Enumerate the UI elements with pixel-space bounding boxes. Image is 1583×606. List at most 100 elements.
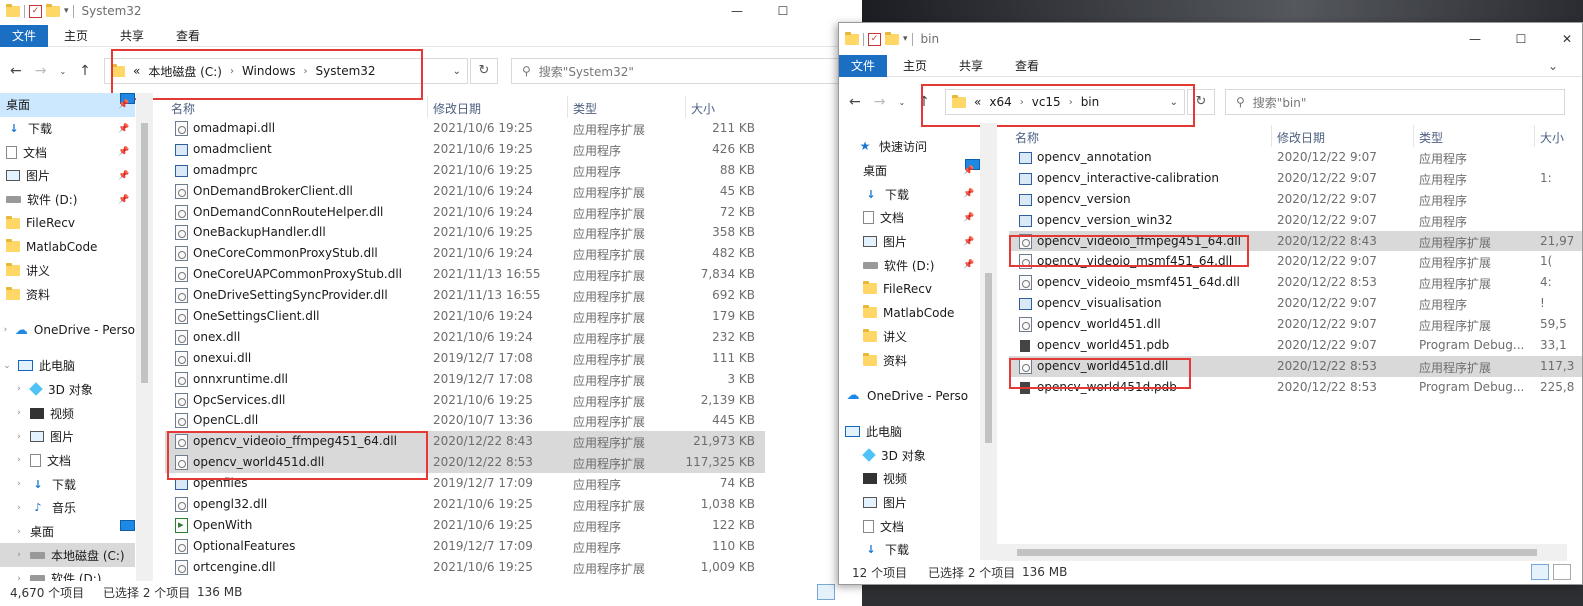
nav-item[interactable]: › 3D 对象 <box>0 378 135 402</box>
nav-item[interactable]: 图片 📌 <box>839 230 980 254</box>
quick-access-dropdown-icon[interactable]: ▾ <box>903 34 908 44</box>
nav-item[interactable]: ☁ OneDrive - Perso <box>839 384 980 408</box>
column-size-header[interactable]: 大小 <box>1540 129 1564 146</box>
column-size-header[interactable]: 大小 <box>691 100 715 117</box>
recent-dropdown-icon[interactable]: ⌄ <box>59 67 66 76</box>
nav-item[interactable]: ↓ 下载 📌 <box>0 117 135 141</box>
pin-icon[interactable]: 📌 <box>963 189 974 199</box>
column-date-header[interactable]: 修改日期 <box>433 100 481 117</box>
minimize-button[interactable]: — <box>714 0 760 22</box>
expand-chevron-icon[interactable]: › <box>14 455 24 465</box>
pin-icon[interactable]: 📌 <box>963 260 974 270</box>
nav-item[interactable]: › ♪ 音乐 <box>0 496 135 520</box>
breadcrumb-root[interactable]: « <box>133 64 140 78</box>
file-row[interactable]: opencv_videoio_ffmpeg451_64.dll 2020/12/2… <box>1009 230 1582 252</box>
refresh-button[interactable]: ↻ <box>1187 89 1215 115</box>
file-row[interactable]: opencv_annotation 2020/12/22 9:07 应用程序 <box>1009 147 1582 168</box>
file-row[interactable]: OneSettingsClient.dll 2021/10/6 19:24 应用程序… <box>165 306 765 327</box>
nav-item[interactable]: FileRecv <box>0 211 135 235</box>
file-row[interactable]: openfiles 2019/12/7 17:09 应用程序 74 KB <box>165 473 765 494</box>
nav-item[interactable]: 图片 <box>839 491 980 515</box>
expand-chevron-icon[interactable]: › <box>2 325 9 335</box>
pin-icon[interactable]: 📌 <box>963 213 974 223</box>
forward-icon[interactable]: → <box>874 94 886 110</box>
breadcrumb-vc15[interactable]: vc15 <box>1032 95 1061 109</box>
file-row[interactable]: opencv_videoio_ffmpeg451_64.dll 2020/12/2… <box>165 431 765 453</box>
file-row[interactable]: opencv_videoio_msmf451_64d.dll 2020/12/22… <box>1009 272 1582 293</box>
nav-item[interactable]: 视频 <box>839 467 980 491</box>
breadcrumb-root[interactable]: « <box>974 95 981 109</box>
column-divider[interactable] <box>567 96 568 118</box>
nav-item[interactable]: › ☁ OneDrive - Perso <box>0 318 135 342</box>
nav-item[interactable]: ↓ 下载 📌 <box>839 182 980 206</box>
file-row[interactable]: ortcengine.dll 2021/10/6 19:25 应用程序扩展 1,009… <box>165 557 765 578</box>
file-row[interactable]: opencv_visualisation 2020/12/22 9:07 应用程序! <box>1009 293 1582 314</box>
tab-home[interactable]: 主页 <box>48 25 104 47</box>
nav-scrollbar[interactable] <box>980 123 997 560</box>
search-input[interactable]: ⚲ 搜索"bin" <box>1225 89 1565 115</box>
pin-icon[interactable]: 📌 <box>118 195 129 205</box>
column-type-header[interactable]: 类型 <box>1419 129 1443 146</box>
nav-item[interactable]: 此电脑 <box>839 420 980 444</box>
new-folder-icon[interactable] <box>46 3 60 17</box>
file-row[interactable]: onnxruntime.dll 2019/12/7 17:08 应用程序扩展 3 KB <box>165 369 765 390</box>
pin-icon[interactable]: 📌 <box>118 124 129 134</box>
column-divider[interactable] <box>1413 125 1414 147</box>
file-row[interactable]: onexui.dll 2019/12/7 17:08 应用程序扩展 111 KB <box>165 348 765 369</box>
tab-view[interactable]: 查看 <box>999 55 1055 77</box>
file-row[interactable]: opencv_world451d.dll 2020/12/22 8:53 应用程序扩… <box>165 452 765 474</box>
chevron-right-icon[interactable]: › <box>230 66 234 77</box>
nav-item[interactable]: 3D 对象 <box>839 443 980 467</box>
nav-item[interactable]: 桌面 📌 <box>0 93 135 117</box>
file-row[interactable]: omadmapi.dll 2021/10/6 19:25 应用程序扩展 211 KB <box>165 118 765 139</box>
horizontal-scrollbar[interactable] <box>997 544 1567 561</box>
nav-item[interactable]: › ↓ 下载 <box>0 472 135 496</box>
nav-item[interactable]: 资料 <box>0 283 135 307</box>
tab-file[interactable]: 文件 <box>0 24 49 47</box>
title-bar[interactable]: ✓ ▾ System32 — ☐ <box>0 0 862 22</box>
scrollbar-thumb[interactable] <box>1017 549 1537 556</box>
nav-item[interactable]: › 图片 <box>0 425 135 449</box>
column-date-header[interactable]: 修改日期 <box>1277 129 1325 146</box>
file-row[interactable]: OptionalFeatures 2019/12/7 17:09 应用程序 110 K… <box>165 536 765 557</box>
breadcrumb-system32[interactable]: System32 <box>316 64 376 78</box>
nav-item[interactable]: MatlabCode <box>839 301 980 325</box>
expand-chevron-icon[interactable]: › <box>14 479 24 489</box>
tab-home[interactable]: 主页 <box>887 55 943 77</box>
file-row[interactable]: OneBackupHandler.dll 2021/10/6 19:25 应用程序扩… <box>165 222 765 243</box>
back-icon[interactable]: ← <box>849 94 861 110</box>
up-icon[interactable]: ↑ <box>79 63 91 79</box>
nav-item[interactable]: › 文档 <box>0 449 135 473</box>
file-row[interactable]: opencv_world451d.pdb 2020/12/22 8:53 Progr… <box>1009 377 1582 398</box>
expand-chevron-icon[interactable]: › <box>14 574 24 581</box>
recent-dropdown-icon[interactable]: ⌄ <box>898 98 905 107</box>
nav-item[interactable]: ↓ 下载 <box>839 538 980 560</box>
tab-view[interactable]: 查看 <box>160 25 216 47</box>
expand-chevron-icon[interactable]: › <box>14 408 24 418</box>
file-row[interactable]: OneCoreCommonProxyStub.dll 2021/10/6 19:2… <box>165 243 765 264</box>
tab-file[interactable]: 文件 <box>839 54 888 77</box>
scrollbar-thumb[interactable] <box>141 123 148 383</box>
pin-icon[interactable]: 📌 <box>963 237 974 247</box>
nav-item[interactable]: FileRecv <box>839 277 980 301</box>
properties-icon[interactable]: ✓ <box>29 4 42 18</box>
quick-access-dropdown-icon[interactable]: ▾ <box>64 6 69 16</box>
column-name-header[interactable]: 名称 <box>171 100 195 117</box>
column-divider[interactable] <box>1534 125 1535 147</box>
file-row[interactable]: omadmclient 2021/10/6 19:25 应用程序 426 KB <box>165 139 765 160</box>
nav-item[interactable]: 文档 <box>839 514 980 538</box>
maximize-button[interactable]: ☐ <box>1498 28 1544 50</box>
file-row[interactable]: opencv_world451d.dll 2020/12/22 8:53 应用程序扩… <box>1009 355 1582 377</box>
nav-item[interactable]: 讲义 <box>839 325 980 349</box>
expand-chevron-icon[interactable]: › <box>14 503 24 513</box>
nav-item[interactable]: 资料 <box>839 348 980 372</box>
nav-item[interactable]: MatlabCode <box>0 235 135 259</box>
address-bar[interactable]: « 本地磁盘 (C:) › Windows › System32 ⌄ <box>104 58 468 84</box>
expand-chevron-icon[interactable]: › <box>14 384 24 394</box>
address-bar[interactable]: « x64 › vc15 › bin ⌄ <box>945 89 1185 115</box>
file-row[interactable]: opengl32.dll 2021/10/6 19:25 应用程序扩展 1,038 K… <box>165 494 765 515</box>
title-bar[interactable]: ✓ ▾ bin — ☐ ✕ <box>839 28 1582 50</box>
nav-item[interactable]: ★ 快速访问 <box>839 135 980 159</box>
nav-item[interactable]: › 本地磁盘 (C:) <box>0 543 135 568</box>
expand-chevron-icon[interactable]: › <box>14 527 24 537</box>
